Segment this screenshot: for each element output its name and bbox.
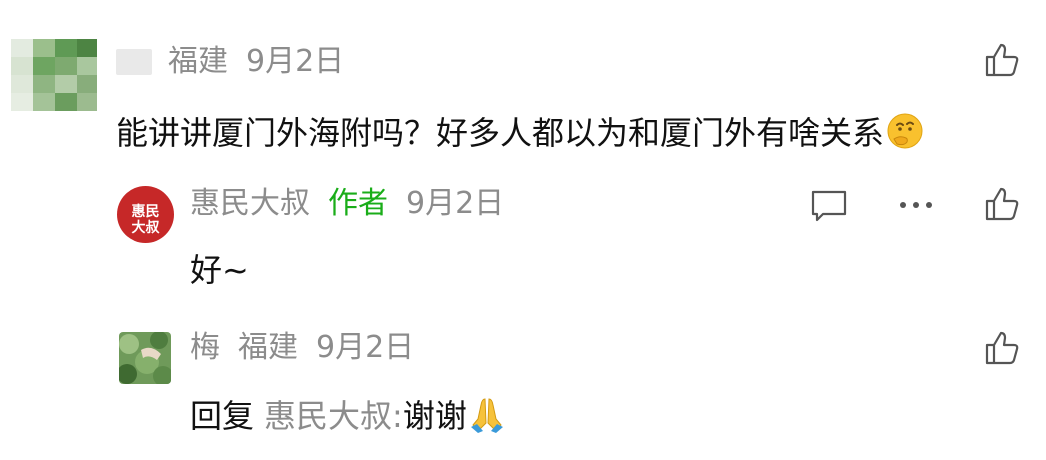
folded-hands-icon — [469, 395, 505, 438]
avatar[interactable] — [119, 332, 171, 384]
username[interactable]: 梅 — [190, 333, 220, 363]
like-icon[interactable] — [984, 186, 1020, 222]
comment-meta: 惠民大叔 作者 9月2日 — [190, 189, 504, 219]
username-blurred[interactable] — [116, 49, 152, 75]
comment-text: 好~ — [190, 251, 249, 289]
like-icon[interactable] — [984, 330, 1020, 366]
date: 9月2日 — [406, 186, 505, 221]
reply-prefix: 回复 — [190, 397, 255, 435]
comment-section: 福建 9月2日 能讲讲厦门外海附吗？好多人都以为和厦门外有啥关系 惠民 大叔 惠… — [0, 0, 1046, 460]
comment-text: 回复 惠民大叔:谢谢 — [190, 395, 505, 438]
comment-meta: 福建 9月2日 — [116, 47, 344, 77]
avatar[interactable] — [11, 39, 97, 111]
location: 福建 — [168, 44, 228, 79]
author-badge: 作者 — [328, 186, 388, 221]
avatar[interactable]: 惠民 大叔 — [117, 186, 174, 243]
reply-to-name[interactable]: 惠民大叔: — [264, 397, 403, 435]
more-options-icon[interactable] — [897, 198, 935, 212]
comment-text: 能讲讲厦门外海附吗？好多人都以为和厦门外有啥关系 — [116, 112, 924, 155]
location: 福建 — [238, 330, 298, 365]
username[interactable]: 惠民大叔 — [190, 189, 310, 219]
like-icon[interactable] — [984, 42, 1020, 78]
date: 9月2日 — [316, 330, 415, 365]
reply-comment-icon[interactable] — [810, 188, 848, 224]
date: 9月2日 — [246, 44, 345, 79]
thinking-face-icon — [886, 112, 924, 155]
comment-meta: 梅 福建 9月2日 — [190, 333, 414, 363]
